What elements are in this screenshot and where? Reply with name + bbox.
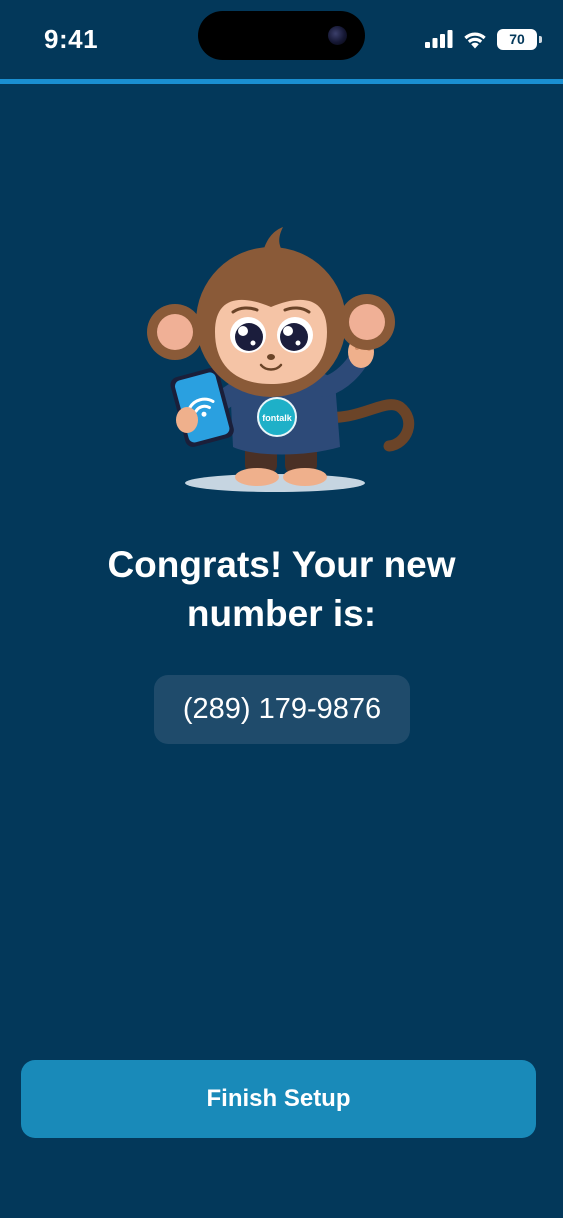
monkey-mascot-illustration: fontalk bbox=[147, 227, 415, 492]
phone-number-display: (289) 179-9876 bbox=[154, 675, 410, 744]
status-bar: 9:41 70 bbox=[0, 0, 563, 80]
mascot-badge-text: fontalk bbox=[262, 413, 292, 423]
battery-level: 70 bbox=[509, 30, 525, 47]
finish-setup-label: Finish Setup bbox=[206, 1085, 351, 1112]
phone-number-text: (289) 179-9876 bbox=[182, 693, 382, 725]
wifi-icon bbox=[464, 32, 486, 48]
finish-setup-button[interactable]: Finish Setup bbox=[21, 1060, 536, 1138]
battery-icon: 70 bbox=[497, 28, 542, 50]
status-icons: 70 bbox=[425, 28, 542, 50]
congrats-headline: Congrats! Your new number is: bbox=[107, 544, 456, 634]
cellular-signal-icon bbox=[425, 30, 453, 48]
dynamic-island bbox=[198, 11, 365, 60]
front-camera-icon bbox=[328, 26, 347, 45]
status-time: 9:41 bbox=[44, 24, 99, 54]
progress-accent-line bbox=[0, 79, 563, 84]
